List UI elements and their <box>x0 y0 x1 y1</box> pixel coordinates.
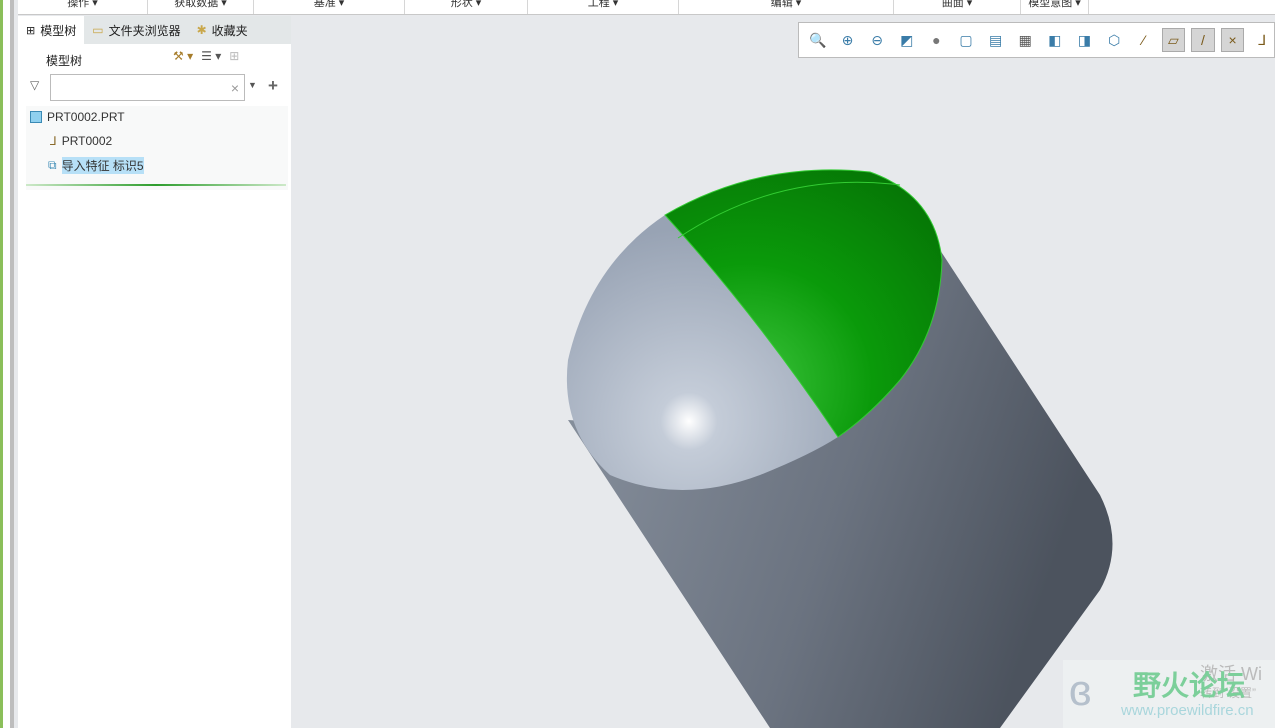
perspective-icon[interactable]: ◨ <box>1073 28 1097 52</box>
point-display-icon[interactable]: × <box>1220 28 1245 52</box>
section-icon[interactable]: ⬡ <box>1102 28 1126 52</box>
zoom-in-icon[interactable]: ⊕ <box>836 28 860 52</box>
watermark-url: www.proewildfire.cn <box>1121 702 1254 719</box>
watermark: ɞ 激活 Wi 转到“设置” 野火论坛 www.proewildfire.cn <box>1063 660 1275 728</box>
saved-orientations-icon[interactable]: ▢ <box>954 28 978 52</box>
repaint-icon[interactable]: ◩ <box>895 28 919 52</box>
graphics-area[interactable] <box>0 0 1275 728</box>
watermark-logo-icon: ɞ <box>1069 666 1092 715</box>
view-manager-icon[interactable]: ▦ <box>1013 28 1037 52</box>
display-style-icon[interactable]: ● <box>925 28 949 52</box>
spin-center-icon[interactable]: ◧ <box>1043 28 1067 52</box>
named-views-icon[interactable]: ▤ <box>984 28 1008 52</box>
plane-display-icon[interactable]: ▱ <box>1161 28 1186 52</box>
axis-display-icon[interactable]: / <box>1191 28 1215 52</box>
csys-display-icon[interactable]: ⅃ <box>1250 28 1274 52</box>
view-toolbar: 🔍 ⊕ ⊖ ◩ ● ▢ ▤ ▦ ◧ ◨ ⬡ ⁄ ▱ / × ⅃ <box>798 22 1275 58</box>
watermark-title: 野火论坛 <box>1133 670 1246 701</box>
refit-icon[interactable]: 🔍 <box>806 28 830 52</box>
zoom-out-icon[interactable]: ⊖ <box>865 28 889 52</box>
datum-display-icon[interactable]: ⁄ <box>1132 28 1156 52</box>
